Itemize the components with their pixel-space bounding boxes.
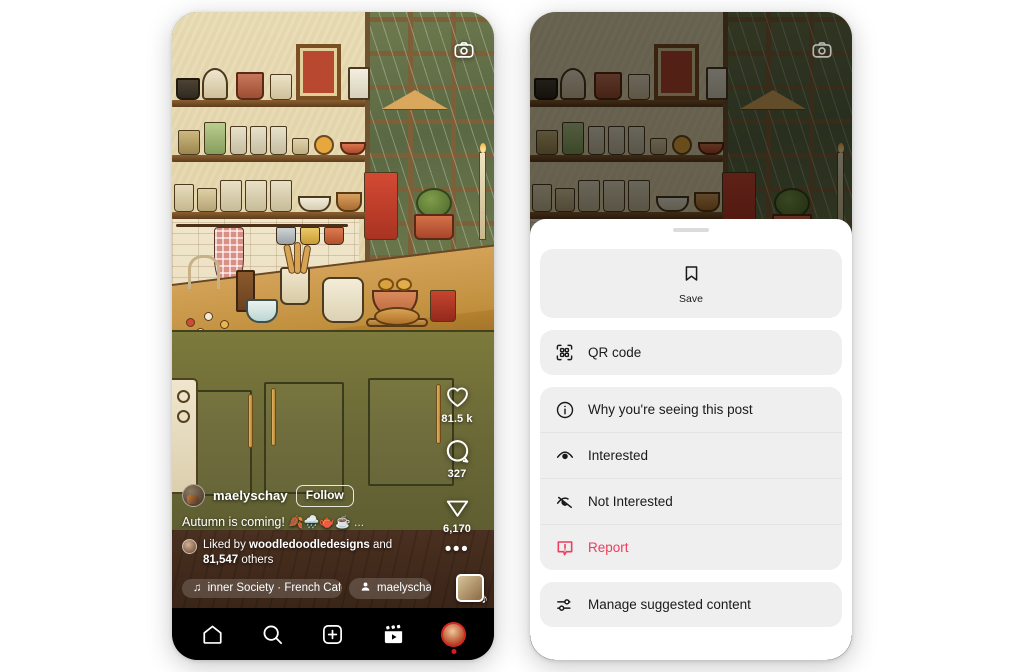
save-button[interactable]: Save <box>540 249 842 318</box>
notification-dot <box>451 648 457 654</box>
username[interactable]: maelyschay <box>213 488 288 503</box>
nav-reels[interactable] <box>371 614 415 654</box>
menu-group-qr: QR code <box>540 330 842 375</box>
menu-manage-suggested-label: Manage suggested content <box>588 597 751 612</box>
sheet-grabber[interactable] <box>673 228 709 232</box>
menu-report-label: Report <box>588 540 629 555</box>
screenshot-stage: 81.5 k 327 6,170 ••• maelyschay Follow A… <box>0 0 1024 672</box>
menu-manage-suggested[interactable]: Manage suggested content <box>540 582 842 627</box>
info-circle-icon <box>554 399 575 420</box>
liked-by-suffix: others <box>241 554 274 567</box>
like-button[interactable]: 81.5 k <box>441 383 472 425</box>
liked-by-avatar <box>182 539 197 555</box>
tagged-user-label: maelyscha <box>377 581 431 594</box>
menu-group-manage: Manage suggested content <box>540 582 842 627</box>
menu-group-feedback: Why you're seeing this post Interested N… <box>540 387 842 570</box>
menu-not-interested-label: Not Interested <box>588 494 673 509</box>
caption-body: Autumn is coming! 🍂🌧️🫖☕ <box>182 515 351 530</box>
menu-why-seeing-label: Why you're seeing this post <box>588 402 753 417</box>
liked-by-user[interactable]: woodledoodledesigns <box>249 539 370 551</box>
audio-label: inner Society · French Cafe <box>207 581 342 594</box>
menu-qr-code-label: QR code <box>588 345 642 360</box>
right-phone-frame: Save QR code Why you're seeing this post… <box>530 12 852 660</box>
more-options-button[interactable]: ••• <box>444 539 470 560</box>
menu-qr-code[interactable]: QR code <box>540 330 842 375</box>
avatar[interactable] <box>182 484 205 508</box>
caption-text[interactable]: Autumn is coming! 🍂🌧️🫖☕ ... <box>182 514 430 531</box>
share-button[interactable]: 6,170 <box>443 493 471 535</box>
profile-avatar-icon <box>441 621 467 654</box>
menu-why-seeing[interactable]: Why you're seeing this post <box>540 387 842 432</box>
camera-icon[interactable] <box>452 38 476 62</box>
camera-icon[interactable] <box>810 38 834 62</box>
audio-pill[interactable]: ♫ inner Society · French Cafe <box>182 578 342 598</box>
nav-search[interactable] <box>251 614 295 654</box>
post-caption-block: maelyschay Follow Autumn is coming! 🍂🌧️🫖… <box>182 484 430 568</box>
options-bottom-sheet: Save QR code Why you're seeing this post… <box>530 219 852 660</box>
sliders-icon <box>554 594 575 615</box>
liked-by-row[interactable]: Liked by woodledoodledesigns and 81,547 … <box>182 538 430 568</box>
nav-profile[interactable] <box>432 614 476 654</box>
more-icon: ••• <box>444 539 470 560</box>
caption-more[interactable]: ... <box>354 515 364 529</box>
menu-report[interactable]: Report <box>540 524 842 570</box>
audio-thumbnail[interactable] <box>456 574 488 606</box>
post-author-row: maelyschay Follow <box>182 484 430 508</box>
share-count: 6,170 <box>442 523 472 535</box>
bottom-nav <box>172 608 494 660</box>
music-note-icon: ♫ <box>193 581 202 594</box>
left-phone-frame: 81.5 k 327 6,170 ••• maelyschay Follow A… <box>172 12 494 660</box>
qr-code-icon <box>554 342 575 363</box>
pill-row: ♫ inner Society · French Cafe maelyscha <box>182 574 488 606</box>
save-label: Save <box>679 293 703 305</box>
nav-create[interactable] <box>311 614 355 654</box>
report-icon <box>554 537 575 558</box>
liked-by-count: 81,547 <box>203 554 239 567</box>
comment-button[interactable]: 327 <box>444 438 471 480</box>
comment-count: 327 <box>447 468 467 480</box>
action-rail: 81.5 k 327 6,170 ••• <box>430 383 484 566</box>
eye-off-icon <box>554 491 575 512</box>
menu-interested[interactable]: Interested <box>540 432 842 478</box>
nav-home[interactable] <box>190 614 234 654</box>
bookmark-icon <box>682 264 701 288</box>
person-icon <box>360 581 371 595</box>
menu-interested-label: Interested <box>588 448 649 463</box>
liked-by-mid: and <box>373 539 393 552</box>
follow-button[interactable]: Follow <box>295 484 354 507</box>
like-count: 81.5 k <box>441 413 473 425</box>
tagged-user-pill[interactable]: maelyscha <box>349 577 431 599</box>
menu-not-interested[interactable]: Not Interested <box>540 478 842 524</box>
liked-by-prefix: Liked by <box>203 539 246 552</box>
eye-icon <box>554 445 575 466</box>
